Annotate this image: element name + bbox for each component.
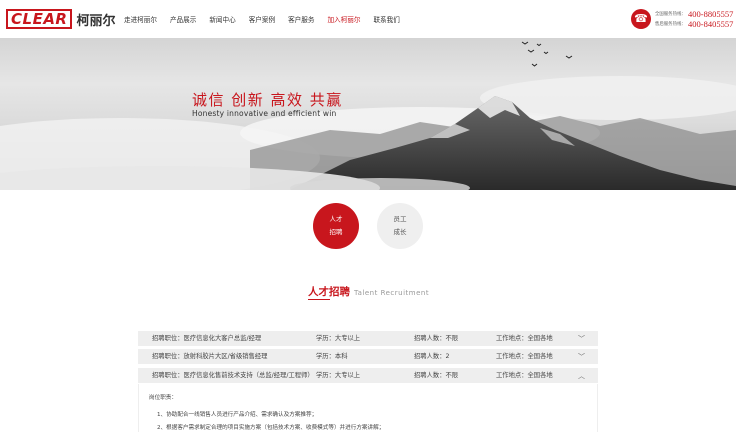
phone-icon: ☎ [631,9,651,29]
section-title-underline [308,299,330,300]
section-title-cn: 人才招聘 [308,286,350,298]
job-row[interactable]: 招聘职位：医疗信息化大客户总监/经理 学历：大专以上 招聘人数：不限 工作地点：… [138,331,598,346]
phone-label: 全国服务热线： [655,12,686,17]
chevron-down-icon[interactable]: ﹀ [578,335,585,343]
job-education: 学历：大专以上 [316,335,361,342]
job-education: 学历：本科 [316,353,348,360]
tab-label-line1: 员工 [393,215,407,223]
job-title: 招聘职位：医疗信息化售前技术支持（总监/经理/工程师） [152,372,314,379]
site-header: CLEAR 柯丽尔 走进柯丽尔 产品展示 新闻中心 客户案例 客户服务 加入柯丽… [0,0,736,38]
hero-banner: 诚信 创新 高效 共赢 Honesty innovative and effic… [0,38,736,190]
nav-item-join[interactable]: 加入柯丽尔 [327,14,360,24]
section-title: 人才招聘 Talent Recruitment [308,284,429,299]
job-detail-line: 1、协助配合一线销售人员进行产品介绍、需求确认及方案推荐； [157,412,318,418]
tab-staff-growth[interactable]: 员工 成长 [377,203,423,249]
job-title: 招聘职位：放射科胶片大区/省级销售经理 [152,353,268,360]
chevron-down-icon[interactable]: ﹀ [578,353,585,361]
banner-landscape [0,41,736,190]
nav-item-products[interactable]: 产品展示 [170,14,196,24]
job-title: 招聘职位：医疗信息化大客户总监/经理 [152,335,262,342]
phone-number: 400-8805557 [688,9,734,19]
job-row[interactable]: 招聘职位：放射科胶片大区/省级销售经理 学历：本科 招聘人数：2 工作地点：全国… [138,349,598,364]
job-education: 学历：大专以上 [316,372,361,379]
job-detail-heading: 岗位职责： [149,395,177,401]
tab-label-line2: 招聘 [329,228,343,236]
job-detail-panel: 岗位职责： 1、协助配合一线销售人员进行产品介绍、需求确认及方案推荐； 2、根据… [138,384,598,432]
job-headcount: 招聘人数：2 [414,353,450,360]
phone-number: 400-8405557 [688,19,734,29]
job-detail-line: 2、根据客户需求制定合理的项目实施方案（包括技术方案、收费模式等）并进行方案讲解… [157,425,385,431]
job-location: 工作地点：全国各地 [496,335,553,342]
job-location: 工作地点：全国各地 [496,353,553,360]
nav-item-about[interactable]: 走进柯丽尔 [124,14,157,24]
job-headcount: 招聘人数：不限 [414,335,459,342]
nav-item-cases[interactable]: 客户案例 [249,14,275,24]
site-logo[interactable]: CLEAR 柯丽尔 [6,9,116,29]
nav-item-service[interactable]: 客户服务 [288,14,314,24]
phone-block: 全国服务热线： 400-8805557 售后服务热线： 400-8405557 [655,9,733,29]
logo-cn: 柯丽尔 [76,13,116,29]
banner-slogan-cn: 诚信 创新 高效 共赢 [192,91,343,109]
phone-row-national: 全国服务热线： 400-8805557 [655,9,733,19]
main-nav: 走进柯丽尔 产品展示 新闻中心 客户案例 客户服务 加入柯丽尔 联系我们 [124,14,413,24]
phone-row-aftersale: 售后服务热线： 400-8405557 [655,19,733,29]
logo-en: CLEAR [6,9,73,29]
phone-label: 售后服务热线： [655,22,686,27]
birds-decoration [521,41,573,67]
nav-item-news[interactable]: 新闻中心 [209,14,235,24]
job-headcount: 招聘人数：不限 [414,372,459,379]
nav-item-contact[interactable]: 联系我们 [373,14,399,24]
job-row-expanded[interactable]: 招聘职位：医疗信息化售前技术支持（总监/经理/工程师） 学历：大专以上 招聘人数… [138,368,598,383]
chevron-up-icon[interactable]: ︿ [578,372,585,380]
banner-slogan-en: Honesty innovative and efficient win [192,109,337,118]
tab-label-line1: 人才 [329,215,343,223]
section-title-en: Talent Recruitment [354,289,430,297]
tab-talent-recruitment[interactable]: 人才 招聘 [313,203,359,249]
job-location: 工作地点：全国各地 [496,372,553,379]
tab-label-line2: 成长 [393,228,407,236]
